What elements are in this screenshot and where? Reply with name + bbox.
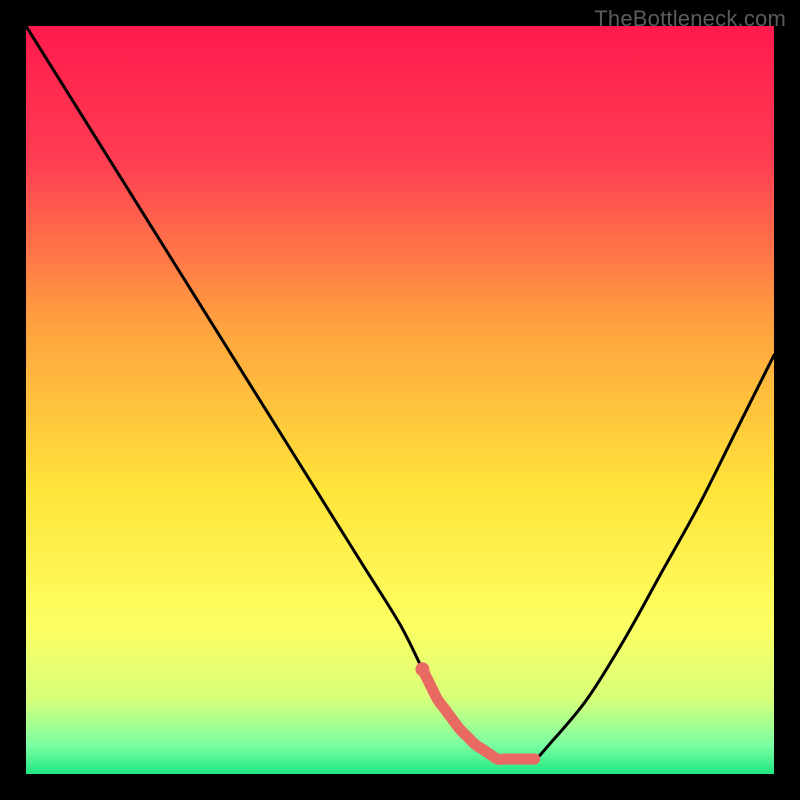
chart-svg: [26, 26, 774, 774]
highlight-dot: [415, 662, 429, 676]
watermark-text: TheBottleneck.com: [594, 6, 786, 32]
gradient-background: [26, 26, 774, 774]
plot-area: [26, 26, 774, 774]
chart-frame: TheBottleneck.com: [0, 0, 800, 800]
